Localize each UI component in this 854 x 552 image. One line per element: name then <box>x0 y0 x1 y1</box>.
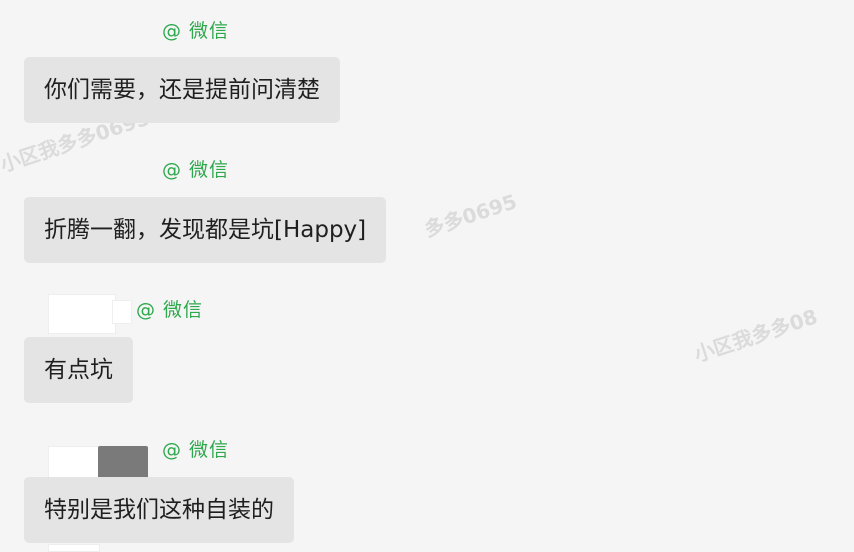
wechat-tag: @ 微信 <box>162 19 230 42</box>
watermark: 多多0695 <box>421 189 520 242</box>
wechat-tag: @ 微信 <box>136 298 204 321</box>
name-mask <box>112 300 132 324</box>
chat-area: 小区我多多0695 多多0695 小区我多多08 @ 微信 你们需要，还是提前问… <box>0 0 854 552</box>
sender-line: @ 微信 <box>162 435 229 461</box>
wechat-tag: @ 微信 <box>162 158 230 181</box>
wechat-tag: @ 微信 <box>162 438 230 461</box>
watermark: 小区我多多08 <box>691 304 821 367</box>
sender-line: @ 微信 <box>162 155 229 181</box>
avatar-mask <box>48 294 116 334</box>
message-bubble[interactable]: 你们需要，还是提前问清楚 <box>24 57 340 123</box>
sender-line: @ 微信 <box>136 295 203 321</box>
sender-line: @ 微信 <box>162 16 229 42</box>
message-bubble[interactable]: 有点坑 <box>24 337 133 403</box>
message-bubble[interactable]: 特别是我们这种自装的 <box>24 477 294 543</box>
next-message-partial <box>48 544 100 552</box>
message-bubble[interactable]: 折腾一翻，发现都是坑[Happy] <box>24 197 387 263</box>
